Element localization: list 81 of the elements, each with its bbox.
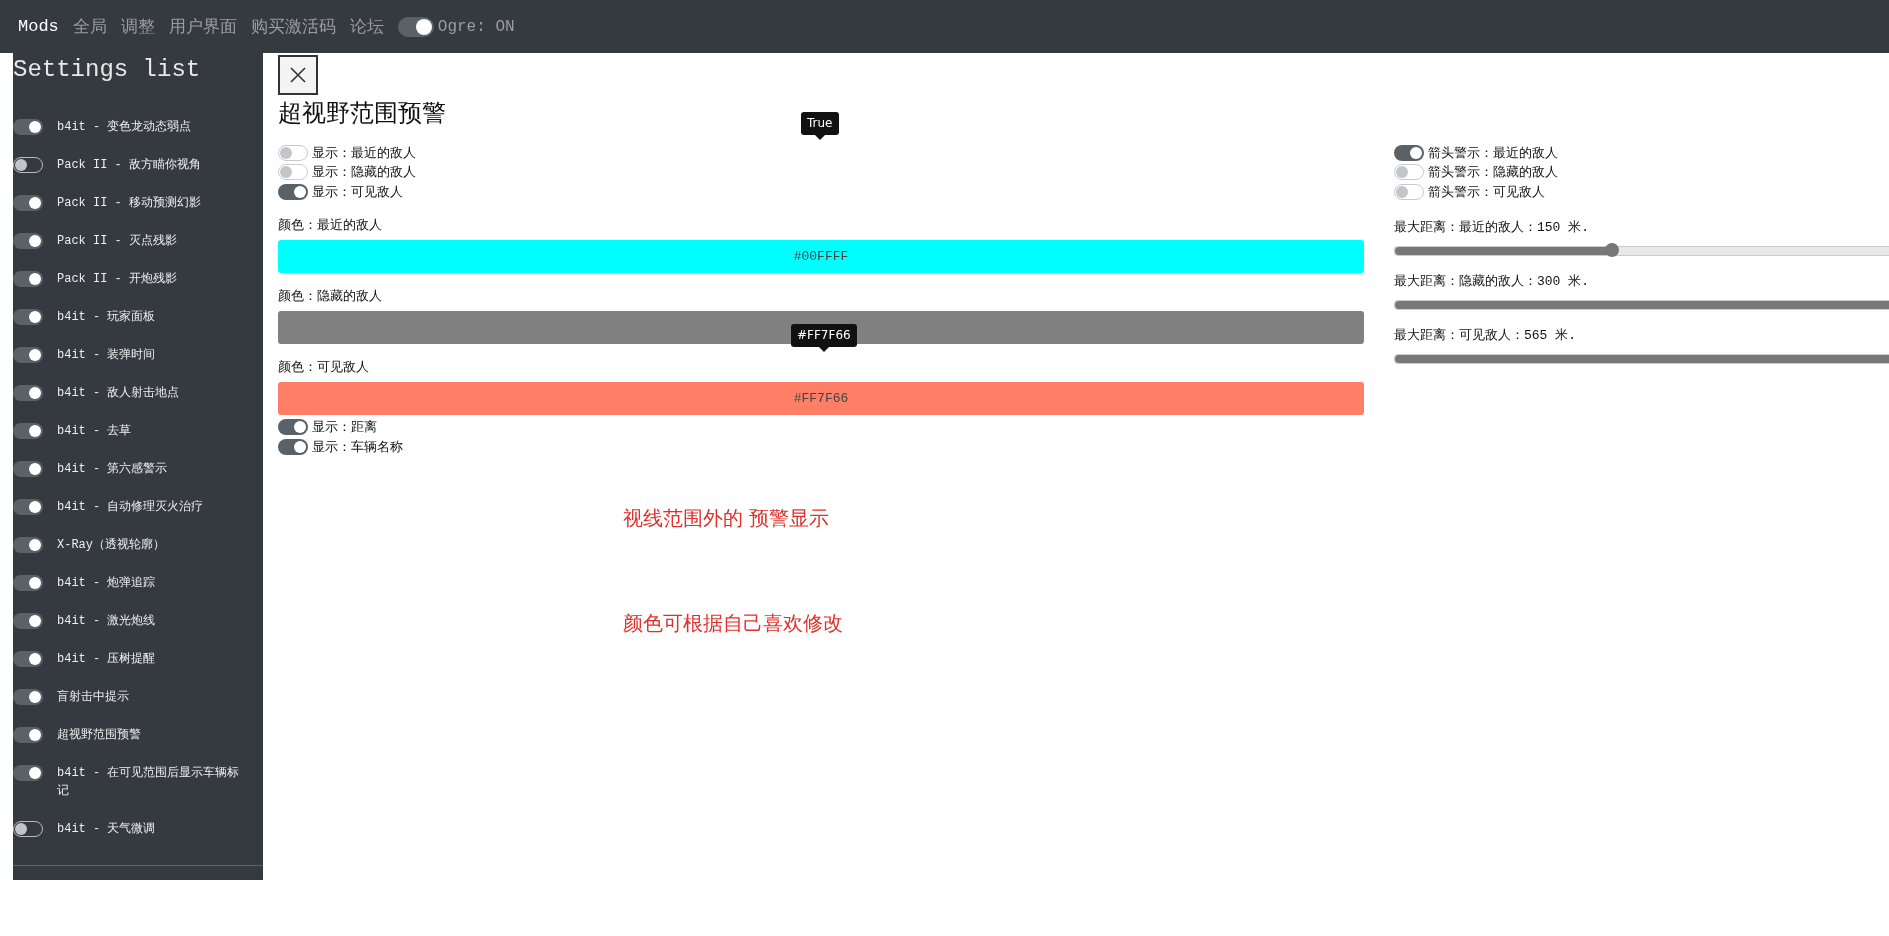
- toggle-switch[interactable]: [13, 347, 43, 363]
- color-field[interactable]: [278, 310, 1364, 344]
- toggle-switch[interactable]: [13, 423, 43, 439]
- setting-label: Pack II - 敌方瞄你视角: [57, 157, 201, 174]
- nav-tab[interactable]: 调整: [120, 15, 155, 38]
- annotation-text: 视线范围外的 预警显示: [623, 504, 831, 532]
- nav-tab[interactable]: Mods: [18, 17, 59, 36]
- sidebar-title: Settings list: [13, 55, 202, 85]
- toggle-switch[interactable]: [13, 537, 43, 553]
- tooltip: True: [801, 112, 839, 140]
- setting-label: b4it - 自动修理灭火治疗: [57, 499, 204, 516]
- toggle-label: 箭头警示：可见敌人: [1428, 183, 1545, 201]
- nav-tab[interactable]: 购买激活码: [250, 15, 336, 38]
- toggle-switch[interactable]: [13, 689, 43, 705]
- toggle-switch[interactable]: [278, 419, 308, 436]
- panel-title: 超视野范围预警: [278, 98, 446, 129]
- setting-label: b4it - 压树提醒: [57, 651, 156, 668]
- color-field[interactable]: #FF7F66: [278, 381, 1364, 415]
- nav-tab[interactable]: 全局: [72, 15, 107, 38]
- setting-label: b4it - 装弹时间: [57, 347, 156, 364]
- toggle-switch[interactable]: [13, 461, 43, 477]
- slider-label: 最大距离：最近的敌人：150 米.: [1394, 218, 1590, 236]
- toggle-switch[interactable]: [13, 613, 43, 629]
- slider-track[interactable]: [1394, 245, 1889, 256]
- color-label: 颜色：最近的敌人: [278, 216, 383, 234]
- setting-label: b4it - 敌人射击地点: [57, 385, 180, 402]
- toggle-label: 箭头警示：最近的敌人: [1428, 144, 1558, 162]
- toggle-switch[interactable]: [13, 271, 43, 287]
- toggle-label: 显示：最近的敌人: [312, 144, 416, 162]
- color-field[interactable]: #00FFFF: [278, 239, 1364, 273]
- toggle-switch[interactable]: [278, 183, 308, 200]
- slider-label: 最大距离：隐藏的敌人：300 米.: [1394, 272, 1590, 290]
- setting-label: Pack II - 开炮残影: [57, 271, 177, 288]
- tooltip: #FF7F66: [791, 324, 857, 352]
- close-button[interactable]: [278, 55, 318, 95]
- setting-label: b4it - 天气微调: [57, 821, 156, 838]
- toggle-switch[interactable]: [13, 575, 43, 591]
- setting-label: b4it - 炮弹追踪: [57, 575, 156, 592]
- nav-tab[interactable]: 论坛: [349, 15, 384, 38]
- toggle-switch[interactable]: [1394, 164, 1424, 181]
- toggle-label: 显示：隐藏的敌人: [312, 164, 416, 182]
- color-label: 颜色：隐藏的敌人: [278, 287, 383, 305]
- close-icon: [288, 65, 308, 85]
- color-label: 颜色：可见敌人: [278, 358, 370, 376]
- setting-label: b4it - 在可见范围后显示车辆标记: [57, 765, 241, 800]
- toggle-label: Ogre: ON: [437, 17, 515, 36]
- toggle-switch[interactable]: [13, 651, 43, 667]
- setting-label: X-Ray（透视轮廓）: [57, 537, 165, 554]
- setting-label: b4it - 去草: [57, 423, 132, 440]
- slider-label: 最大距离：可见敌人：565 米.: [1394, 326, 1577, 344]
- toggle-switch[interactable]: [397, 16, 434, 37]
- toggle-switch[interactable]: [13, 499, 43, 515]
- toggle-switch[interactable]: [13, 157, 43, 173]
- setting-label: Pack II - 移动预测幻影: [57, 195, 201, 212]
- toggle-switch[interactable]: [1394, 183, 1424, 200]
- slider-thumb[interactable]: [1605, 242, 1620, 257]
- toggle-label: 显示：距离: [312, 419, 377, 437]
- setting-label: 超视野范围预警: [57, 727, 141, 744]
- setting-label: b4it - 玩家面板: [57, 309, 156, 326]
- toggle-label: 箭头警示：隐藏的敌人: [1428, 164, 1558, 182]
- toggle-switch[interactable]: [13, 821, 43, 837]
- toggle-label: 显示：车辆名称: [312, 438, 403, 456]
- setting-label: b4it - 激光炮线: [57, 613, 156, 630]
- toggle-switch[interactable]: [13, 119, 43, 135]
- setting-label: b4it - 第六感警示: [57, 461, 168, 478]
- toggle-switch[interactable]: [278, 144, 308, 161]
- toggle-switch[interactable]: [13, 765, 43, 781]
- toggle-switch[interactable]: [13, 233, 43, 249]
- toggle-switch[interactable]: [278, 438, 308, 455]
- toggle-switch[interactable]: [13, 309, 43, 325]
- annotation-text: 颜色可根据自己喜欢修改: [623, 609, 844, 637]
- toggle-label: 显示：可见敌人: [312, 183, 403, 201]
- toggle-switch[interactable]: [13, 195, 43, 211]
- nav-tab[interactable]: 用户界面: [168, 15, 237, 38]
- toggle-switch[interactable]: [1394, 144, 1424, 161]
- toggle-switch[interactable]: [13, 727, 43, 743]
- toggle-switch[interactable]: [13, 385, 43, 401]
- setting-label: b4it - 变色龙动态弱点: [57, 119, 192, 136]
- setting-label: 盲射击中提示: [57, 689, 129, 706]
- setting-label: Pack II - 灭点残影: [57, 233, 177, 250]
- toggle-switch[interactable]: [278, 164, 308, 181]
